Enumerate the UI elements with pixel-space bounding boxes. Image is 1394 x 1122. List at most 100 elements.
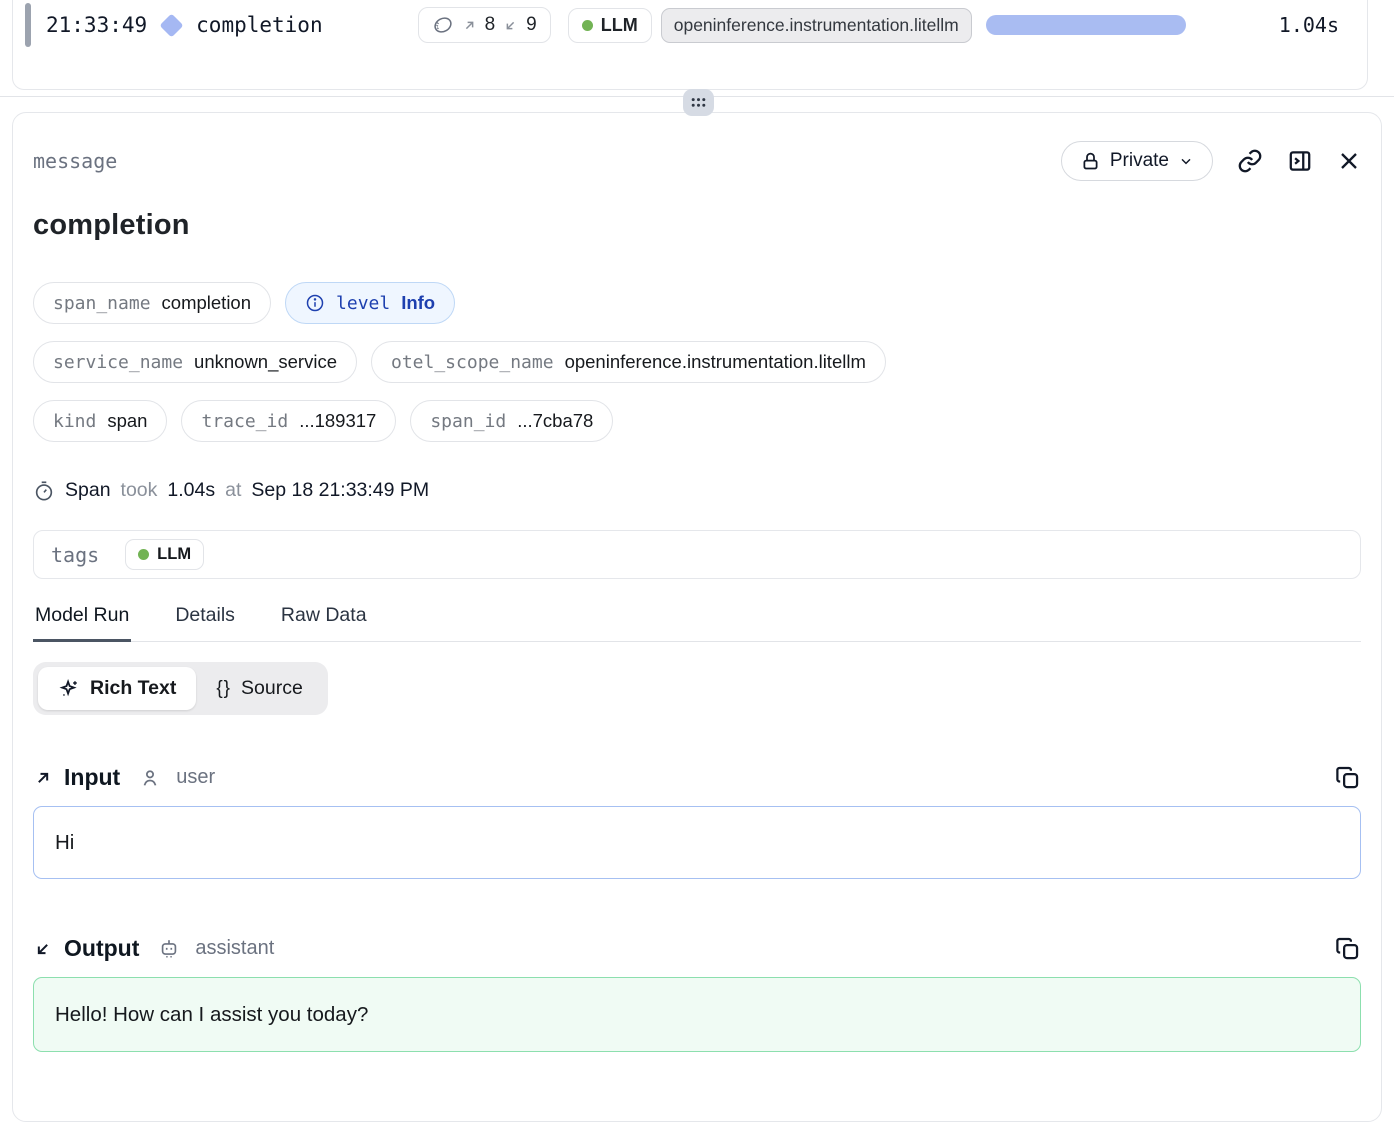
toggle-source[interactable]: {} Source xyxy=(196,667,323,710)
user-icon xyxy=(139,767,161,789)
llm-tag-label: LLM xyxy=(601,15,638,36)
output-section-title: Output xyxy=(64,935,139,962)
copy-icon xyxy=(1334,764,1361,791)
pill-trace-id[interactable]: trace_id ...189317 xyxy=(181,400,396,442)
pill-value: ...189317 xyxy=(299,410,376,432)
pill-key: level xyxy=(336,293,390,314)
toggle-rich-text[interactable]: Rich Text xyxy=(38,667,196,710)
input-section-header: Input user xyxy=(33,764,1361,791)
pill-value: completion xyxy=(162,292,251,314)
trace-duration: 1.04s xyxy=(1279,13,1339,37)
pill-value: openinference.instrumentation.litellm xyxy=(565,351,866,373)
pill-kind[interactable]: kind span xyxy=(33,400,167,442)
pill-span-id[interactable]: span_id ...7cba78 xyxy=(410,400,613,442)
pane-resize-handle[interactable] xyxy=(683,89,714,116)
span-duration-bar xyxy=(986,15,1186,35)
input-content-box[interactable]: Hi xyxy=(33,806,1361,879)
pill-key: trace_id xyxy=(201,411,288,432)
arrow-up-right-icon xyxy=(462,18,477,33)
trace-timestamp: 21:33:49 xyxy=(46,13,147,37)
tab-raw-data[interactable]: Raw Data xyxy=(279,604,369,641)
coin-icon xyxy=(432,14,454,36)
span-duration-value: 1.04s xyxy=(167,479,215,502)
tab-details[interactable]: Details xyxy=(173,604,237,641)
tree-selection-bar xyxy=(25,3,31,47)
input-section-title: Input xyxy=(64,764,120,791)
pill-value: Info xyxy=(401,292,435,314)
span-word: Span xyxy=(65,479,111,502)
pill-span-name[interactable]: span_name completion xyxy=(33,282,271,324)
pill-key: service_name xyxy=(53,352,183,373)
privacy-label: Private xyxy=(1110,150,1169,172)
trace-span-name: completion xyxy=(196,13,322,37)
detail-tabs: Model Run Details Raw Data xyxy=(33,604,1361,642)
chevron-down-icon xyxy=(1178,153,1194,169)
pill-value: unknown_service xyxy=(194,351,337,373)
scope-label: openinference.instrumentation.litellm xyxy=(674,15,959,36)
arrow-down-left-icon xyxy=(503,18,518,33)
panel-header: message Private xyxy=(33,139,1361,183)
span-detail-panel: message Private xyxy=(12,112,1382,1122)
toggle-rich-text-label: Rich Text xyxy=(90,677,176,700)
pill-value: span xyxy=(107,410,147,432)
input-role-label: user xyxy=(176,766,215,789)
tags-label: tags xyxy=(51,543,99,567)
output-content: Hello! How can I assist you today? xyxy=(55,1003,368,1027)
copy-input-button[interactable] xyxy=(1334,764,1361,791)
info-icon xyxy=(305,293,325,313)
privacy-dropdown-button[interactable]: Private xyxy=(1061,141,1213,181)
grip-dots-icon xyxy=(691,97,706,108)
arrow-down-left-icon xyxy=(33,939,53,959)
pill-key: span_id xyxy=(430,411,506,432)
stopwatch-icon xyxy=(33,480,55,502)
span-timestamp: Sep 18 21:33:49 PM xyxy=(251,479,429,502)
pill-service-name[interactable]: service_name unknown_service xyxy=(33,341,357,383)
green-status-dot-icon xyxy=(582,20,593,31)
trace-row-card: 21:33:49 completion 8 9 LLM open xyxy=(12,0,1368,90)
input-token-count: 8 xyxy=(485,14,496,36)
tag-chip-llm[interactable]: LLM xyxy=(125,539,204,570)
input-content: Hi xyxy=(55,831,74,855)
pill-value: ...7cba78 xyxy=(517,410,593,432)
trace-row[interactable]: 21:33:49 completion 8 9 LLM open xyxy=(13,0,1367,50)
pill-level[interactable]: level Info xyxy=(285,282,455,324)
sparkles-icon xyxy=(58,678,80,700)
arrow-up-right-icon xyxy=(33,768,53,788)
view-mode-toggle: Rich Text {} Source xyxy=(33,662,328,715)
tab-model-run[interactable]: Model Run xyxy=(33,604,131,641)
pill-key: kind xyxy=(53,411,96,432)
panel-right-icon xyxy=(1287,148,1313,174)
copy-link-button[interactable] xyxy=(1237,148,1263,174)
took-word: took xyxy=(121,479,158,502)
page-title: completion xyxy=(33,209,1361,242)
header-actions: Private xyxy=(1061,141,1361,181)
braces-icon: {} xyxy=(216,678,231,700)
span-diamond-icon xyxy=(160,13,184,37)
expand-panel-button[interactable] xyxy=(1287,148,1313,174)
span-type-label: message xyxy=(33,149,117,173)
tag-chip-label: LLM xyxy=(157,545,191,564)
close-panel-button[interactable] xyxy=(1337,149,1361,173)
copy-icon xyxy=(1334,935,1361,962)
output-token-count: 9 xyxy=(526,14,537,36)
output-content-box[interactable]: Hello! How can I assist you today? xyxy=(33,977,1361,1052)
link-icon xyxy=(1237,148,1263,174)
close-icon xyxy=(1337,149,1361,173)
output-section-header: Output assistant xyxy=(33,935,1361,962)
output-role-label: assistant xyxy=(195,937,274,960)
span-timing-line: Span took 1.04s at Sep 18 21:33:49 PM xyxy=(33,479,1361,502)
toggle-source-label: Source xyxy=(241,677,303,700)
token-count-badge[interactable]: 8 9 xyxy=(418,7,551,43)
metadata-pills: span_name completion level Info service_… xyxy=(33,282,1361,442)
green-status-dot-icon xyxy=(138,549,149,560)
pill-otel-scope-name[interactable]: otel_scope_name openinference.instrument… xyxy=(371,341,886,383)
otel-scope-badge[interactable]: openinference.instrumentation.litellm xyxy=(661,8,972,43)
llm-tag-badge[interactable]: LLM xyxy=(568,8,652,43)
at-word: at xyxy=(225,479,241,502)
pill-key: span_name xyxy=(53,293,151,314)
tags-box[interactable]: tags LLM xyxy=(33,530,1361,579)
pill-key: otel_scope_name xyxy=(391,352,554,373)
copy-output-button[interactable] xyxy=(1334,935,1361,962)
lock-icon xyxy=(1080,151,1101,172)
bot-icon xyxy=(158,938,180,960)
